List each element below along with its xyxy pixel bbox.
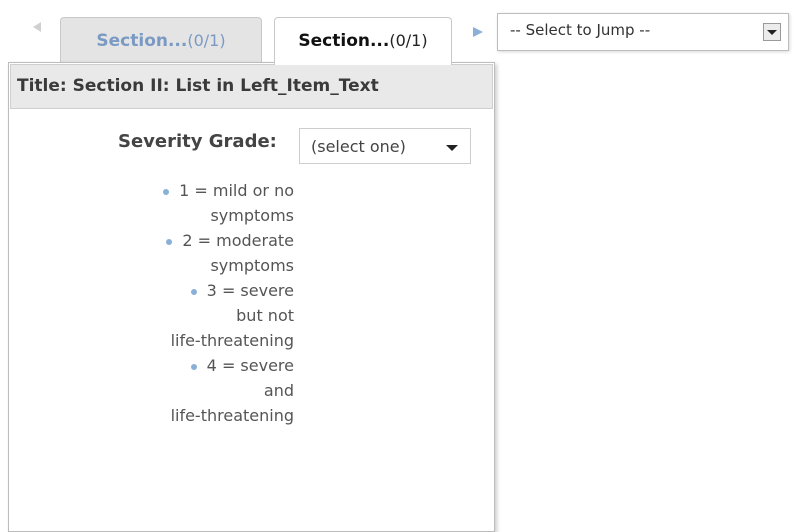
tab-count: (0/1) xyxy=(187,31,226,50)
severity-grade-select[interactable]: (select one) xyxy=(299,128,471,164)
tab-section-2[interactable]: Section...(0/1) xyxy=(274,17,452,65)
grade-item-1: 1 = mild or no symptoms xyxy=(120,178,310,228)
jump-select-value: -- Select to Jump -- xyxy=(510,21,651,39)
next-section-icon[interactable] xyxy=(473,27,483,37)
grade-item-4: 4 = severe and life-threatening xyxy=(120,353,310,428)
grade-text: 3 = severe xyxy=(206,281,294,300)
section-title: Title: Section II: List in Left_Item_Tex… xyxy=(10,64,493,109)
caret-down-icon xyxy=(446,145,458,151)
bullet-icon xyxy=(166,238,173,245)
grade-item-2: 2 = moderate symptoms xyxy=(120,228,310,278)
tab-label: Section... xyxy=(298,31,390,51)
grade-list: 1 = mild or no symptoms 2 = moderate sym… xyxy=(120,178,310,428)
grade-text: 1 = mild or no xyxy=(179,181,294,200)
bullet-icon xyxy=(190,363,197,370)
tab-label: Section... xyxy=(96,31,188,51)
grade-item-3: 3 = severe but not life-threatening xyxy=(120,278,310,353)
tab-section-1[interactable]: Section...(0/1) xyxy=(60,17,262,63)
bullet-icon xyxy=(190,288,197,295)
bullet-icon xyxy=(163,188,170,195)
grade-text: life-threatening xyxy=(170,406,294,425)
grade-text: symptoms xyxy=(210,206,294,225)
severity-select-value: (select one) xyxy=(311,137,406,156)
prev-section-icon[interactable] xyxy=(33,22,41,32)
chevron-down-icon[interactable] xyxy=(763,23,781,41)
jump-select[interactable]: -- Select to Jump -- xyxy=(497,13,789,51)
grade-text: and xyxy=(263,381,294,400)
severity-grade-label: Severity Grade: xyxy=(118,131,277,152)
grade-text: 2 = moderate xyxy=(182,231,294,250)
grade-text: symptoms xyxy=(210,256,294,275)
tab-count: (0/1) xyxy=(389,31,428,50)
grade-text: but not xyxy=(236,306,294,325)
grade-text: life-threatening xyxy=(170,331,294,350)
grade-text: 4 = severe xyxy=(206,356,294,375)
